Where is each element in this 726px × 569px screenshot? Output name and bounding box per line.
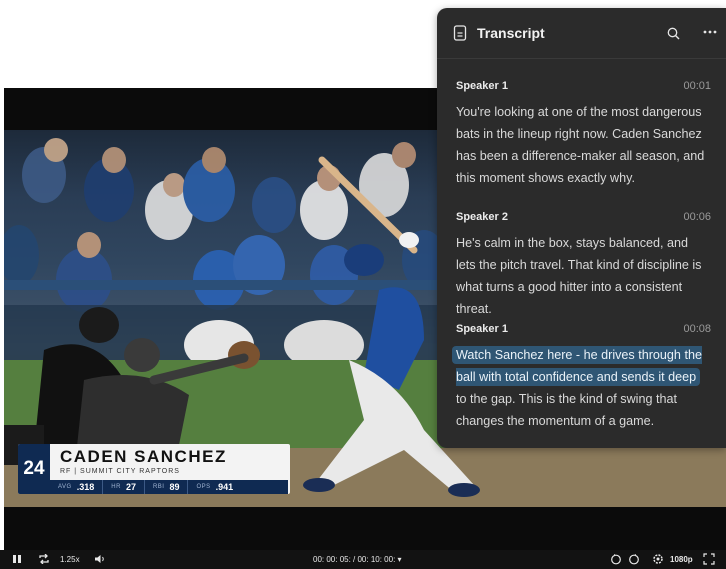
transcript-panel: Transcript Speaker 1 00:01 You're lookin… — [437, 8, 726, 448]
player-number: 24 — [18, 444, 50, 494]
forward-icon[interactable] — [628, 553, 640, 565]
speaker-label: Speaker 2 — [456, 211, 508, 223]
segment-text: He's calm in the box, stays balanced, an… — [456, 236, 702, 316]
document-icon — [453, 25, 467, 41]
segment-time[interactable]: 00:06 — [683, 211, 711, 223]
player-team: RF | SUMMIT CITY RAPTORS — [60, 468, 180, 475]
speaker-label: Speaker 1 — [456, 323, 508, 335]
transcript-header: Transcript — [437, 8, 726, 59]
stat-hr: HR 27 — [103, 480, 145, 494]
speaker-label: Speaker 1 — [456, 80, 508, 92]
time-display[interactable]: 00: 00: 05: / 00: 10: 00: ▾ — [313, 555, 402, 564]
segment-text: Watch Sanchez here - he drives through t… — [452, 344, 711, 432]
settings-icon[interactable] — [652, 553, 664, 565]
remaining-text: to the gap. This is the kind of swing th… — [456, 392, 677, 428]
transcript-segment-active[interactable]: Speaker 1 00:08 Watch Sanchez here - he … — [452, 323, 711, 432]
stat-ops: OPS .941 — [196, 482, 234, 492]
segment-time[interactable]: 00:01 — [683, 80, 711, 92]
speed-button[interactable]: 1.25x — [60, 555, 80, 564]
loop-icon[interactable] — [38, 554, 50, 564]
transcript-segment[interactable]: Speaker 1 00:01 You're looking at one of… — [456, 80, 711, 189]
search-icon[interactable] — [667, 27, 680, 40]
more-icon[interactable] — [703, 30, 717, 34]
pause-icon[interactable] — [12, 554, 22, 564]
fullscreen-icon[interactable] — [703, 553, 715, 565]
player-name: CADEN SANCHEZ — [60, 447, 227, 466]
quality-button[interactable]: 1080p — [670, 555, 693, 564]
volume-icon[interactable] — [94, 554, 106, 564]
highlighted-text: Watch Sanchez here - he drives through t… — [452, 346, 702, 386]
transcript-title: Transcript — [477, 25, 545, 41]
player-stats: AVG .318 HR 27 RBI 89 OPS .941 — [50, 480, 288, 494]
player-controls: 1.25x 00: 00: 05: / 00: 10: 00: ▾ 1080p — [0, 550, 726, 569]
segment-time[interactable]: 00:08 — [683, 323, 711, 335]
segment-text: You're looking at one of the most danger… — [456, 105, 705, 185]
stat-avg: AVG .318 — [50, 480, 104, 494]
rewind-icon[interactable] — [610, 553, 622, 565]
transcript-segment[interactable]: Speaker 2 00:06 He's calm in the box, st… — [456, 211, 711, 320]
stat-rbi: RBI 89 — [145, 480, 189, 494]
